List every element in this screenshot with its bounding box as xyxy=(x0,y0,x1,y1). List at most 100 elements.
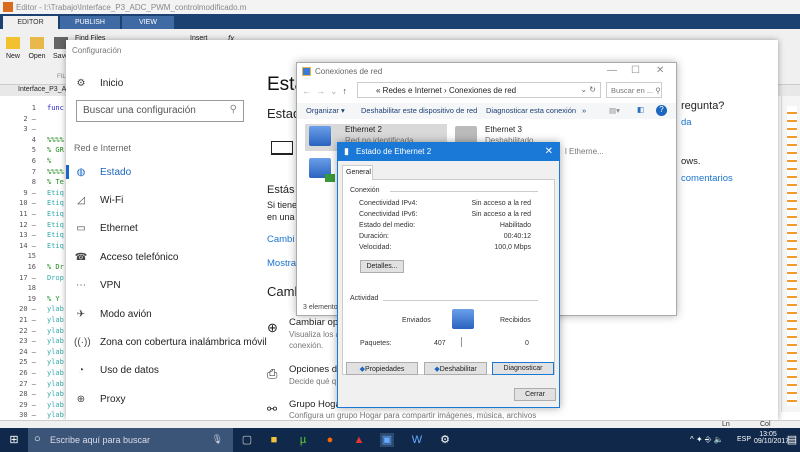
nav-airplane[interactable]: ✈ Modo avión xyxy=(74,304,152,324)
code-line[interactable]: ylab xyxy=(47,305,64,313)
diagnose-button[interactable]: Diagnosticar esta conexión xyxy=(486,106,576,115)
nav-data-usage[interactable]: ◔ Uso de datos xyxy=(74,361,159,381)
connection-name[interactable]: Ethernet 3 xyxy=(485,125,522,134)
open-button[interactable]: Open xyxy=(26,37,48,60)
search-input[interactable]: Buscar en ... ⚲ xyxy=(606,82,662,98)
homegroup-link[interactable]: Grupo Hogar xyxy=(289,399,344,410)
disable-device-button[interactable]: Deshabilitar este dispositivo de red xyxy=(361,106,477,115)
code-line[interactable]: % Y xyxy=(47,295,60,303)
code-line[interactable]: Etiq xyxy=(47,242,64,250)
action-center-icon[interactable]: ▤ xyxy=(785,433,799,447)
clock[interactable]: 13:05 09/10/2017 xyxy=(754,431,789,445)
matlab-icon[interactable]: ▲ xyxy=(352,433,366,447)
code-line[interactable]: Drop xyxy=(47,274,64,282)
window-title: Conexiones de red xyxy=(315,67,383,76)
code-line[interactable]: ylab xyxy=(47,348,64,356)
sharing-options-link[interactable]: Opciones de xyxy=(289,364,342,375)
close-button[interactable]: ✕ xyxy=(656,65,664,76)
diagnose-button[interactable]: Diagnosticar xyxy=(492,362,554,375)
nav-wifi[interactable]: ◿ Wi-Fi xyxy=(74,190,123,210)
code-line[interactable]: ylab xyxy=(47,316,64,324)
firefox-icon[interactable]: ● xyxy=(323,433,337,447)
file-explorer-icon[interactable]: ■ xyxy=(267,433,281,447)
network-settings-icon[interactable]: ▣ xyxy=(380,433,394,447)
utorrent-icon[interactable]: µ xyxy=(296,433,310,447)
code-line[interactable]: % Dr xyxy=(47,263,64,271)
status-label: Duración: xyxy=(359,233,389,240)
breadcrumb-item[interactable]: Redes e Internet xyxy=(383,86,442,95)
code-line[interactable]: Etiq xyxy=(47,231,64,239)
more-commands[interactable]: » xyxy=(582,106,586,115)
code-line[interactable]: ylab xyxy=(47,380,64,388)
tray-icons[interactable]: ^ ✦ ⎆ 🔈 xyxy=(690,435,724,445)
close-dialog-button[interactable]: Cerrar xyxy=(514,388,556,401)
line-number: 15 xyxy=(27,252,36,261)
nav-proxy[interactable]: ⊕ Proxy xyxy=(74,389,126,409)
nav-back-forward[interactable]: ←→⌄↑ xyxy=(302,86,352,97)
properties-button[interactable]: ◆Propiedades xyxy=(346,362,418,375)
view-options-icon[interactable]: ▤▾ xyxy=(609,106,620,115)
line-number: 20 – xyxy=(19,305,36,314)
nav-label: Estado xyxy=(100,166,132,178)
code-line[interactable]: Etiq xyxy=(47,221,64,229)
code-line[interactable]: %%%% xyxy=(47,168,64,176)
wifi-adapter-icon[interactable] xyxy=(309,158,335,182)
code-line[interactable]: ylab xyxy=(47,390,64,398)
tab-editor[interactable]: EDITOR xyxy=(3,16,58,29)
organize-menu[interactable]: Organizar ▾ xyxy=(306,106,345,115)
sharing-icon: ⎙ xyxy=(267,366,278,381)
code-line[interactable]: %%%% xyxy=(47,136,64,144)
close-button[interactable]: ✕ xyxy=(545,146,553,157)
nav-vpn[interactable]: ⋯ VPN xyxy=(74,276,121,296)
show-link[interactable]: Mostra xyxy=(267,258,296,269)
feedback-link[interactable]: comentarios xyxy=(681,173,733,184)
code-line[interactable]: ylab xyxy=(47,401,64,409)
vpn-icon: ⋯ xyxy=(76,280,86,292)
code-line[interactable]: ylab xyxy=(47,358,64,366)
code-line[interactable]: ylab xyxy=(47,369,64,377)
windows-start-icon[interactable]: ⊞ xyxy=(7,433,21,447)
help-icon[interactable]: ? xyxy=(656,105,667,116)
tab-publish[interactable]: PUBLISH xyxy=(60,16,120,29)
preview-pane-icon[interactable]: ◧ xyxy=(637,105,644,114)
code-line[interactable]: % xyxy=(47,157,51,165)
settings-search-input[interactable]: Buscar una configuración ⚲ xyxy=(76,100,244,122)
new-button[interactable]: New xyxy=(2,37,24,60)
tab-general[interactable]: General xyxy=(342,165,373,180)
network-adapter-icon: ⊕ xyxy=(267,320,278,335)
address-bar[interactable]: « Redes e Internet › Conexiones de red ⌄ … xyxy=(357,82,601,98)
task-view-icon[interactable]: ▢ xyxy=(240,433,254,447)
help-link[interactable]: da xyxy=(681,117,692,128)
breadcrumb-item[interactable]: Conexiones de red xyxy=(449,86,516,95)
line-number: 29 – xyxy=(19,400,36,409)
details-button[interactable]: Detalles... xyxy=(360,260,404,273)
disable-button[interactable]: ◆Deshabilitar xyxy=(424,362,487,375)
code-line[interactable]: Etiq xyxy=(47,210,64,218)
code-line[interactable]: func xyxy=(47,104,64,112)
code-line[interactable]: Etiq xyxy=(47,199,64,207)
nav-hotspot[interactable]: ((·)) Zona con cobertura inalámbrica móvi… xyxy=(74,332,267,352)
code-line[interactable]: ylab xyxy=(47,337,64,345)
code-line[interactable]: Etiq xyxy=(47,189,64,197)
refresh-icon[interactable]: ⌄ ↻ xyxy=(580,85,596,94)
tab-view[interactable]: VIEW xyxy=(122,16,174,29)
adapter-options-link[interactable]: Cambiar opc xyxy=(289,317,343,328)
nav-globe-status[interactable]: ◍ Estado xyxy=(74,162,132,182)
code-line[interactable]: ylab xyxy=(47,411,64,419)
taskbar-search-input[interactable]: ○ Escribe aquí para buscar 🎙 xyxy=(28,428,233,452)
nav-home[interactable]: ⚙ Inicio xyxy=(74,73,124,93)
nav-dialup[interactable]: ☎ Acceso telefónico xyxy=(74,247,179,267)
matlab-scrollbar[interactable] xyxy=(781,96,800,412)
word-icon[interactable]: W xyxy=(410,433,424,447)
line-number: 12 – xyxy=(19,220,36,229)
language-indicator[interactable]: ESP xyxy=(737,436,751,443)
line-number: 9 – xyxy=(23,188,36,197)
change-link[interactable]: Cambi xyxy=(267,234,294,245)
code-line[interactable]: % Te xyxy=(47,178,64,186)
code-line[interactable]: ylab xyxy=(47,327,64,335)
minimize-button[interactable]: — xyxy=(607,65,617,76)
maximize-button[interactable]: ☐ xyxy=(631,65,640,76)
settings-gear-icon[interactable]: ⚙ xyxy=(438,433,452,447)
code-line[interactable]: % GR xyxy=(47,146,64,154)
nav-ethernet[interactable]: ▭ Ethernet xyxy=(74,219,138,239)
